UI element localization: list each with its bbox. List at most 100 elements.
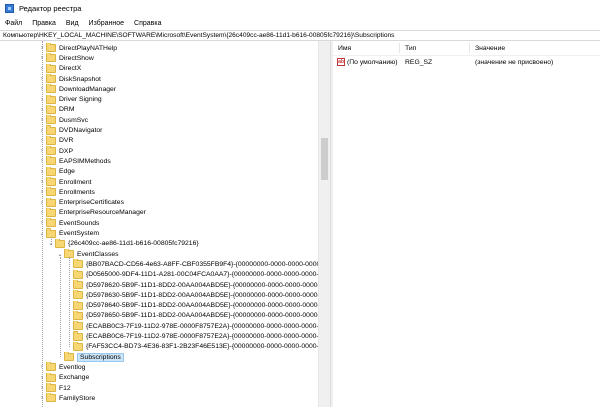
folder-icon (46, 372, 56, 382)
tree-item-label: {BB07BACD-CD56-4e63-A8FF-CBF0355FB9F4}-{… (86, 260, 330, 268)
tree-item[interactable]: › Enrollments (0, 187, 330, 197)
tree-item[interactable]: › Enrollment (0, 176, 330, 187)
tree-item-label: {FAF53CC4-BD73-4E36-83F1-2B23F46E513E}-{… (86, 343, 330, 351)
menu-file[interactable]: Файл (0, 20, 27, 27)
tree-item[interactable]: › Edge (0, 166, 330, 177)
tree-item[interactable]: {BB07BACD-CD56-4e63-A8FF-CBF0355FB9F4}-{… (0, 259, 330, 269)
tree-item[interactable]: {ECABB0C3-7F19-11D2-978E-0000F8757E2A}-{… (0, 321, 330, 331)
folder-icon (46, 104, 56, 114)
tree-item[interactable]: › EnterpriseResourceManager (0, 207, 330, 218)
tree-item[interactable]: Subscriptions (0, 352, 330, 362)
tree-scrollbar[interactable] (318, 41, 330, 407)
tree-item-label: Exchange (59, 374, 90, 382)
tree-item[interactable]: {FAF53CC4-BD73-4E36-83F1-2B23F46E513E}-{… (0, 341, 330, 352)
tree-item[interactable]: ⌄ EventSystem (0, 228, 330, 238)
values-header: Имя Тип Значение (333, 41, 600, 56)
tree-item[interactable]: › DirectShow (0, 53, 330, 63)
tree-item[interactable]: ⌄ {26c409cc-ae86-11d1-b616-00805fc79216} (0, 238, 330, 249)
tree-item[interactable]: › EventSounds (0, 218, 330, 228)
folder-icon (46, 94, 56, 104)
tree-guide-line (60, 257, 61, 358)
folder-icon (46, 362, 56, 372)
tree-item[interactable]: › DVDNavigator (0, 125, 330, 135)
folder-icon (46, 135, 56, 145)
tree-item-label: {D5978650-5B9F-11D1-8DD2-00AA004ABD5E}-{… (86, 312, 330, 320)
window-title: Редактор реестра (19, 4, 82, 13)
tree-item[interactable]: › DownloadManager (0, 84, 330, 94)
folder-icon (46, 53, 56, 63)
tree-item-label: DirectShow (59, 54, 94, 62)
folder-icon (46, 393, 56, 403)
tree-item-label: DRM (59, 106, 75, 114)
tree-item[interactable]: {D5978650-5B9F-11D1-8DD2-00AA004ABD5E}-{… (0, 310, 330, 321)
tree-item-label: DiskSnapshot (59, 75, 101, 83)
value-data: (значение не присвоено) (475, 59, 554, 66)
tree-item-label: F12 (59, 384, 71, 392)
folder-icon (46, 207, 56, 217)
tree-item-label: DusmSvc (59, 116, 89, 124)
tree-item-label: {D5978640-5B9F-11D1-8DD2-00AA004ABD5E}-{… (86, 302, 330, 310)
tree-item[interactable]: {D5978640-5B9F-11D1-8DD2-00AA004ABD5E}-{… (0, 300, 330, 311)
folder-icon (73, 259, 83, 269)
tree-item-label: Enrollment (59, 178, 92, 186)
tree-item[interactable]: {D0565000-9DF4-11D1-A281-00C04FCA0AA7}-{… (0, 269, 330, 280)
tree-item-label: EnterpriseResourceManager (59, 209, 146, 217)
column-header-type[interactable]: Тип (405, 45, 416, 52)
menu-favorites[interactable]: Избранное (84, 20, 129, 27)
menu-edit[interactable]: Правка (27, 20, 61, 27)
tree-item[interactable]: › Eventlog (0, 362, 330, 372)
tree-item[interactable]: {D5978620-5B9F-11D1-8DD2-00AA004ABD5E}-{… (0, 279, 330, 290)
tree-item[interactable]: › Driver Signing (0, 94, 330, 105)
value-name: (По умолчанию) (347, 59, 398, 66)
tree-item[interactable]: › FamilyStore (0, 393, 330, 403)
tree-item[interactable]: ⌄ EventClasses (0, 249, 330, 259)
tree-item[interactable]: {D5978630-5B9F-11D1-8DD2-00AA004ABD5E}-{… (0, 290, 330, 300)
tree-item[interactable]: › EAPSIMMethods (0, 156, 330, 166)
tree-item-label: {D5978630-5B9F-11D1-8DD2-00AA004ABD5E}-{… (86, 291, 330, 299)
values-pane: Имя Тип Значение ab (По умолчанию) REG_S… (333, 41, 600, 407)
tree-item[interactable]: › F12 (0, 382, 330, 393)
tree-item-label: Eventlog (59, 363, 86, 371)
menu-help[interactable]: Справка (129, 20, 166, 27)
tree-item[interactable]: › DiskSnapshot (0, 73, 330, 84)
address-bar[interactable]: Компьютер\HKEY_LOCAL_MACHINE\SOFTWARE\Mi… (0, 30, 600, 41)
tree-item[interactable]: › DusmSvc (0, 115, 330, 125)
column-separator[interactable] (469, 43, 470, 53)
string-value-icon: ab (337, 58, 345, 66)
menu-view[interactable]: Вид (61, 20, 84, 27)
folder-icon (46, 43, 56, 53)
column-header-name[interactable]: Имя (338, 45, 351, 52)
folder-icon (46, 382, 56, 393)
tree-item-label: Edge (59, 168, 75, 176)
folder-icon (46, 166, 56, 176)
tree-item-label: FamilyStore (59, 394, 96, 402)
tree-guide-line (69, 257, 70, 347)
tree-item[interactable]: › DirectPlayNATHelp (0, 43, 330, 53)
folder-icon (73, 279, 83, 290)
folder-icon (73, 331, 83, 341)
tree-item-label: DirectX (59, 65, 82, 73)
column-header-data[interactable]: Значение (475, 45, 505, 52)
tree-item-label: {D0565000-9DF4-11D1-A281-00C04FCA0AA7}-{… (86, 271, 330, 279)
folder-icon (46, 84, 56, 94)
tree-item[interactable]: › EnterpriseCertificates (0, 197, 330, 208)
tree-item[interactable]: {ECABB0C6-7F19-11D2-978E-0000F8757E2A}-{… (0, 331, 330, 341)
scrollbar-thumb[interactable] (321, 138, 328, 180)
tree-item[interactable]: › DirectX (0, 63, 330, 74)
value-row[interactable]: ab (По умолчанию) REG_SZ (значение не пр… (333, 57, 600, 68)
tree-item[interactable]: › Exchange (0, 372, 330, 383)
tree-item-label: {D5978620-5B9F-11D1-8DD2-00AA004ABD5E}-{… (86, 281, 330, 289)
tree-item[interactable]: › DRM (0, 104, 330, 115)
tree-item[interactable]: › DVR (0, 135, 330, 146)
column-separator[interactable] (399, 43, 400, 53)
title-bar: Редактор реестра (0, 0, 600, 17)
tree-item-label: DirectPlayNATHelp (59, 44, 118, 52)
tree-item-label: Subscriptions (77, 352, 124, 362)
folder-icon (73, 269, 83, 279)
folder-icon (73, 341, 83, 351)
folder-icon (73, 300, 83, 310)
folder-icon (46, 73, 56, 84)
folder-icon (46, 176, 56, 187)
tree-item[interactable]: › DXP (0, 146, 330, 156)
folder-icon (64, 352, 74, 362)
